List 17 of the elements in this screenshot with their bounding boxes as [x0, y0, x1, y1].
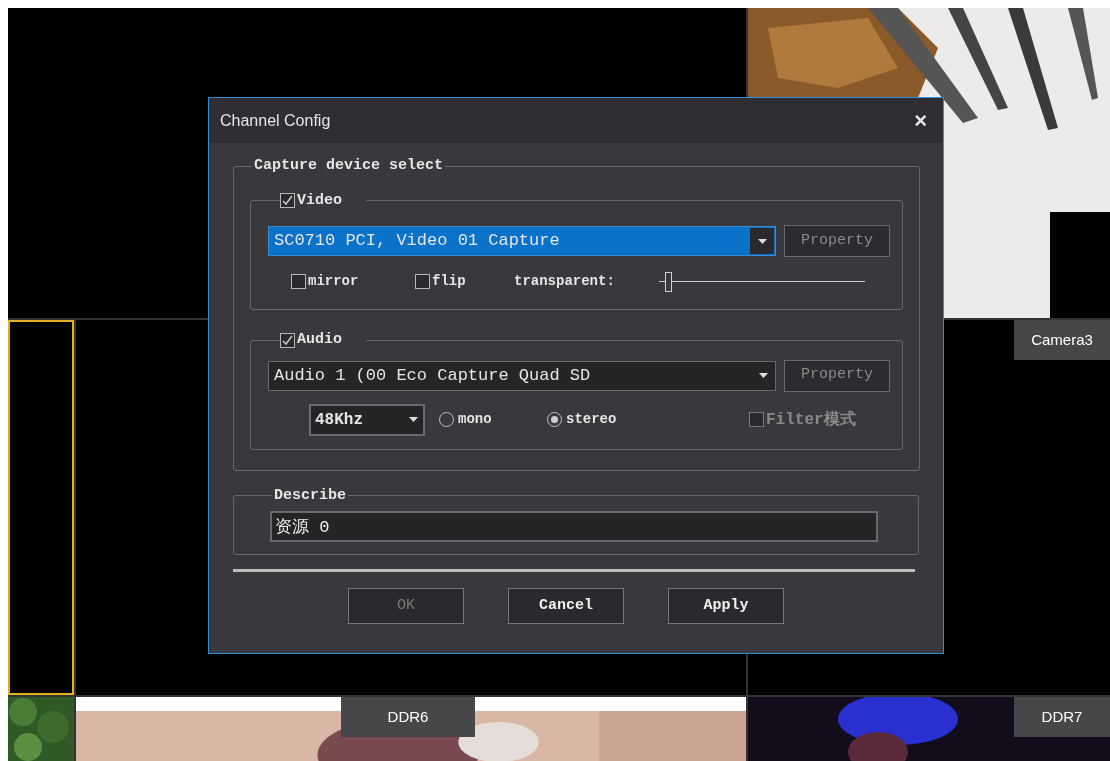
group-title: Describe — [273, 485, 347, 506]
dropdown-value: 48Khz — [314, 409, 363, 431]
radio-label: stereo — [566, 410, 617, 429]
slider-label: transparent: — [514, 272, 616, 291]
tile-label: DDR7 — [1014, 697, 1110, 737]
option-label: flip — [432, 272, 466, 291]
radio-label: mono — [458, 410, 492, 429]
tile-label: Camera3 — [1014, 320, 1110, 360]
audio-label: Audio — [297, 330, 342, 350]
option-label: mirror — [308, 272, 359, 291]
dropdown-value: Audio 1 (00 Eco Capture Quad SD — [273, 364, 591, 387]
dialog-title: Channel Config — [220, 110, 331, 131]
group-title: Capture device select — [253, 156, 445, 176]
tile-label: DDR6 — [341, 697, 475, 737]
dropdown-value: SC0710 PCI, Video 01 Capture — [273, 230, 560, 253]
filter-label: Filter模式 — [766, 409, 856, 431]
video-label: Video — [297, 190, 342, 211]
